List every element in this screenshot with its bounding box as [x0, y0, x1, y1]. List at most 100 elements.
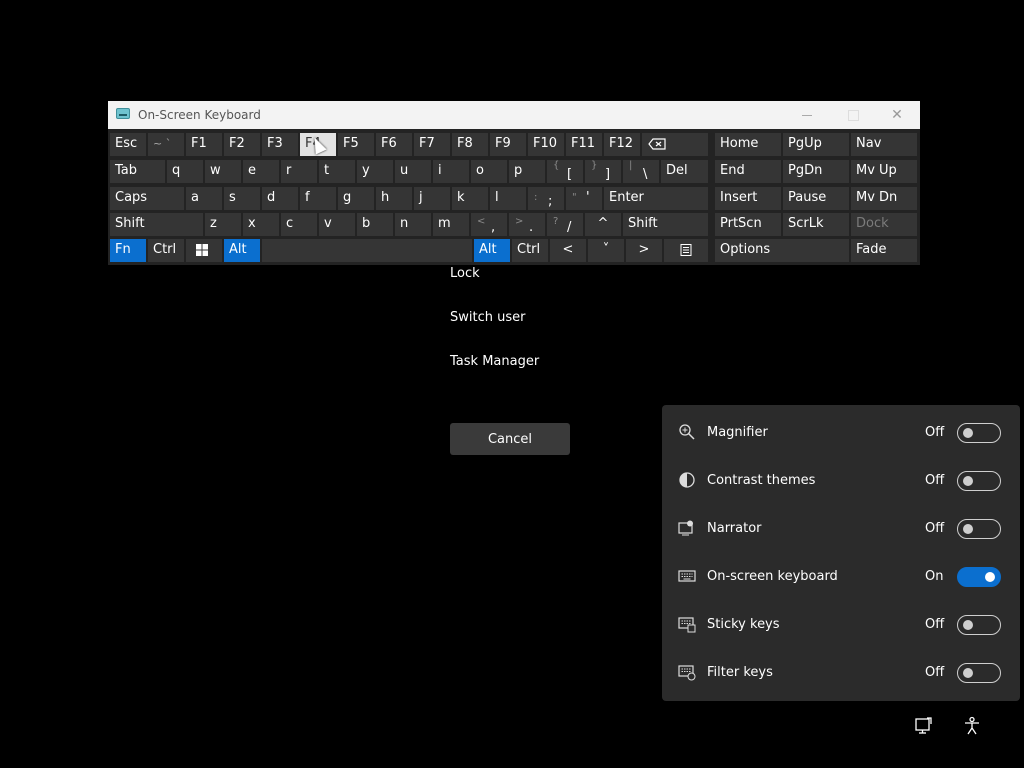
- key-esc[interactable]: Esc: [110, 133, 146, 156]
- key-f12[interactable]: F12: [604, 133, 640, 156]
- key-k[interactable]: k: [452, 187, 488, 210]
- key-main-label: /: [567, 220, 572, 235]
- key-q[interactable]: q: [167, 160, 203, 183]
- narrator-toggle[interactable]: [957, 519, 1001, 539]
- key-tab[interactable]: Tab: [110, 160, 165, 183]
- key-arrow-up[interactable]: ^: [585, 213, 621, 236]
- key-c[interactable]: c: [281, 213, 317, 236]
- key-period[interactable]: > .: [509, 213, 545, 236]
- key-enter[interactable]: Enter: [604, 187, 708, 210]
- key-j[interactable]: j: [414, 187, 450, 210]
- key-pause[interactable]: Pause: [783, 187, 849, 210]
- key-y[interactable]: y: [357, 160, 393, 183]
- key-f1[interactable]: F1: [186, 133, 222, 156]
- key-main-label: \: [643, 167, 648, 182]
- key-u[interactable]: u: [395, 160, 431, 183]
- key-f8[interactable]: F8: [452, 133, 488, 156]
- key-backspace[interactable]: [642, 133, 708, 156]
- key-f11[interactable]: F11: [566, 133, 602, 156]
- key-arrow-left[interactable]: <: [550, 239, 586, 262]
- key-f[interactable]: f: [300, 187, 336, 210]
- key-o[interactable]: o: [471, 160, 507, 183]
- key-s[interactable]: s: [224, 187, 260, 210]
- key-semicolon[interactable]: : ;: [528, 187, 564, 210]
- key-v[interactable]: v: [319, 213, 355, 236]
- minimize-button[interactable]: [784, 101, 830, 129]
- key-slash[interactable]: ? /: [547, 213, 583, 236]
- key-space[interactable]: [262, 239, 472, 262]
- key-x[interactable]: x: [243, 213, 279, 236]
- key-z[interactable]: z: [205, 213, 241, 236]
- key-r[interactable]: r: [281, 160, 317, 183]
- key-home[interactable]: Home: [715, 133, 781, 156]
- key-alt-right[interactable]: Alt: [474, 239, 510, 262]
- key-end[interactable]: End: [715, 160, 781, 183]
- window-titlebar[interactable]: On-Screen Keyboard ✕: [108, 101, 920, 129]
- key-h[interactable]: h: [376, 187, 412, 210]
- key-shift-right[interactable]: Shift: [623, 213, 708, 236]
- key-a[interactable]: a: [186, 187, 222, 210]
- accessibility-icon[interactable]: [962, 716, 982, 736]
- on-screen-keyboard-toggle[interactable]: [957, 567, 1001, 587]
- key-right-bracket[interactable]: } ]: [585, 160, 621, 183]
- key-main-label: ,: [491, 220, 496, 235]
- options-button[interactable]: Options: [715, 239, 849, 262]
- key-e[interactable]: e: [243, 160, 279, 183]
- contrast-themes-toggle[interactable]: [957, 471, 1001, 491]
- key-pgup[interactable]: PgUp: [783, 133, 849, 156]
- sticky-keys-toggle[interactable]: [957, 615, 1001, 635]
- key-p[interactable]: p: [509, 160, 545, 183]
- key-n[interactable]: n: [395, 213, 431, 236]
- key-f10[interactable]: F10: [528, 133, 564, 156]
- key-l[interactable]: l: [490, 187, 526, 210]
- magnifier-toggle[interactable]: [957, 423, 1001, 443]
- key-insert[interactable]: Insert: [715, 187, 781, 210]
- key-f7[interactable]: F7: [414, 133, 450, 156]
- close-button[interactable]: ✕: [874, 101, 920, 129]
- key-move-up[interactable]: Mv Up: [851, 160, 917, 183]
- key-fn[interactable]: Fn: [110, 239, 146, 262]
- task-manager-option[interactable]: Task Manager: [450, 354, 539, 369]
- key-nav[interactable]: Nav: [851, 133, 917, 156]
- key-f5[interactable]: F5: [338, 133, 374, 156]
- key-w[interactable]: w: [205, 160, 241, 183]
- key-f3[interactable]: F3: [262, 133, 298, 156]
- key-arrow-right[interactable]: >: [626, 239, 662, 262]
- key-pgdn[interactable]: PgDn: [783, 160, 849, 183]
- key-caps[interactable]: Caps: [110, 187, 184, 210]
- key-scrlk[interactable]: ScrLk: [783, 213, 849, 236]
- key-tilde[interactable]: ~ `: [148, 133, 184, 156]
- switch-user-option[interactable]: Switch user: [450, 310, 525, 325]
- key-windows[interactable]: [186, 239, 222, 262]
- key-f6[interactable]: F6: [376, 133, 412, 156]
- key-f2[interactable]: F2: [224, 133, 260, 156]
- key-left-bracket[interactable]: { [: [547, 160, 583, 183]
- key-del[interactable]: Del: [661, 160, 708, 183]
- network-icon[interactable]: [914, 716, 934, 736]
- key-move-down[interactable]: Mv Dn: [851, 187, 917, 210]
- fade-button[interactable]: Fade: [851, 239, 917, 262]
- key-i[interactable]: i: [433, 160, 469, 183]
- key-d[interactable]: d: [262, 187, 298, 210]
- key-ctrl-left[interactable]: Ctrl: [148, 239, 184, 262]
- cancel-button[interactable]: Cancel: [450, 423, 570, 455]
- key-comma[interactable]: < ,: [471, 213, 507, 236]
- key-prtscn[interactable]: PrtScn: [715, 213, 781, 236]
- key-g[interactable]: g: [338, 187, 374, 210]
- key-quote[interactable]: " ': [566, 187, 602, 210]
- key-dock[interactable]: Dock: [851, 213, 917, 236]
- filter-keys-toggle[interactable]: [957, 663, 1001, 683]
- key-ctrl-right[interactable]: Ctrl: [512, 239, 548, 262]
- key-backslash[interactable]: | \: [623, 160, 659, 183]
- maximize-button[interactable]: [830, 101, 876, 129]
- key-alt-left[interactable]: Alt: [224, 239, 260, 262]
- key-f9[interactable]: F9: [490, 133, 526, 156]
- key-m[interactable]: m: [433, 213, 469, 236]
- key-b[interactable]: b: [357, 213, 393, 236]
- lock-option[interactable]: Lock: [450, 266, 480, 281]
- key-arrow-down[interactable]: ˅: [588, 239, 624, 262]
- key-shift-left[interactable]: Shift: [110, 213, 203, 236]
- key-t[interactable]: t: [319, 160, 355, 183]
- key-menu[interactable]: [664, 239, 708, 262]
- magnifier-label: Magnifier: [707, 425, 768, 440]
